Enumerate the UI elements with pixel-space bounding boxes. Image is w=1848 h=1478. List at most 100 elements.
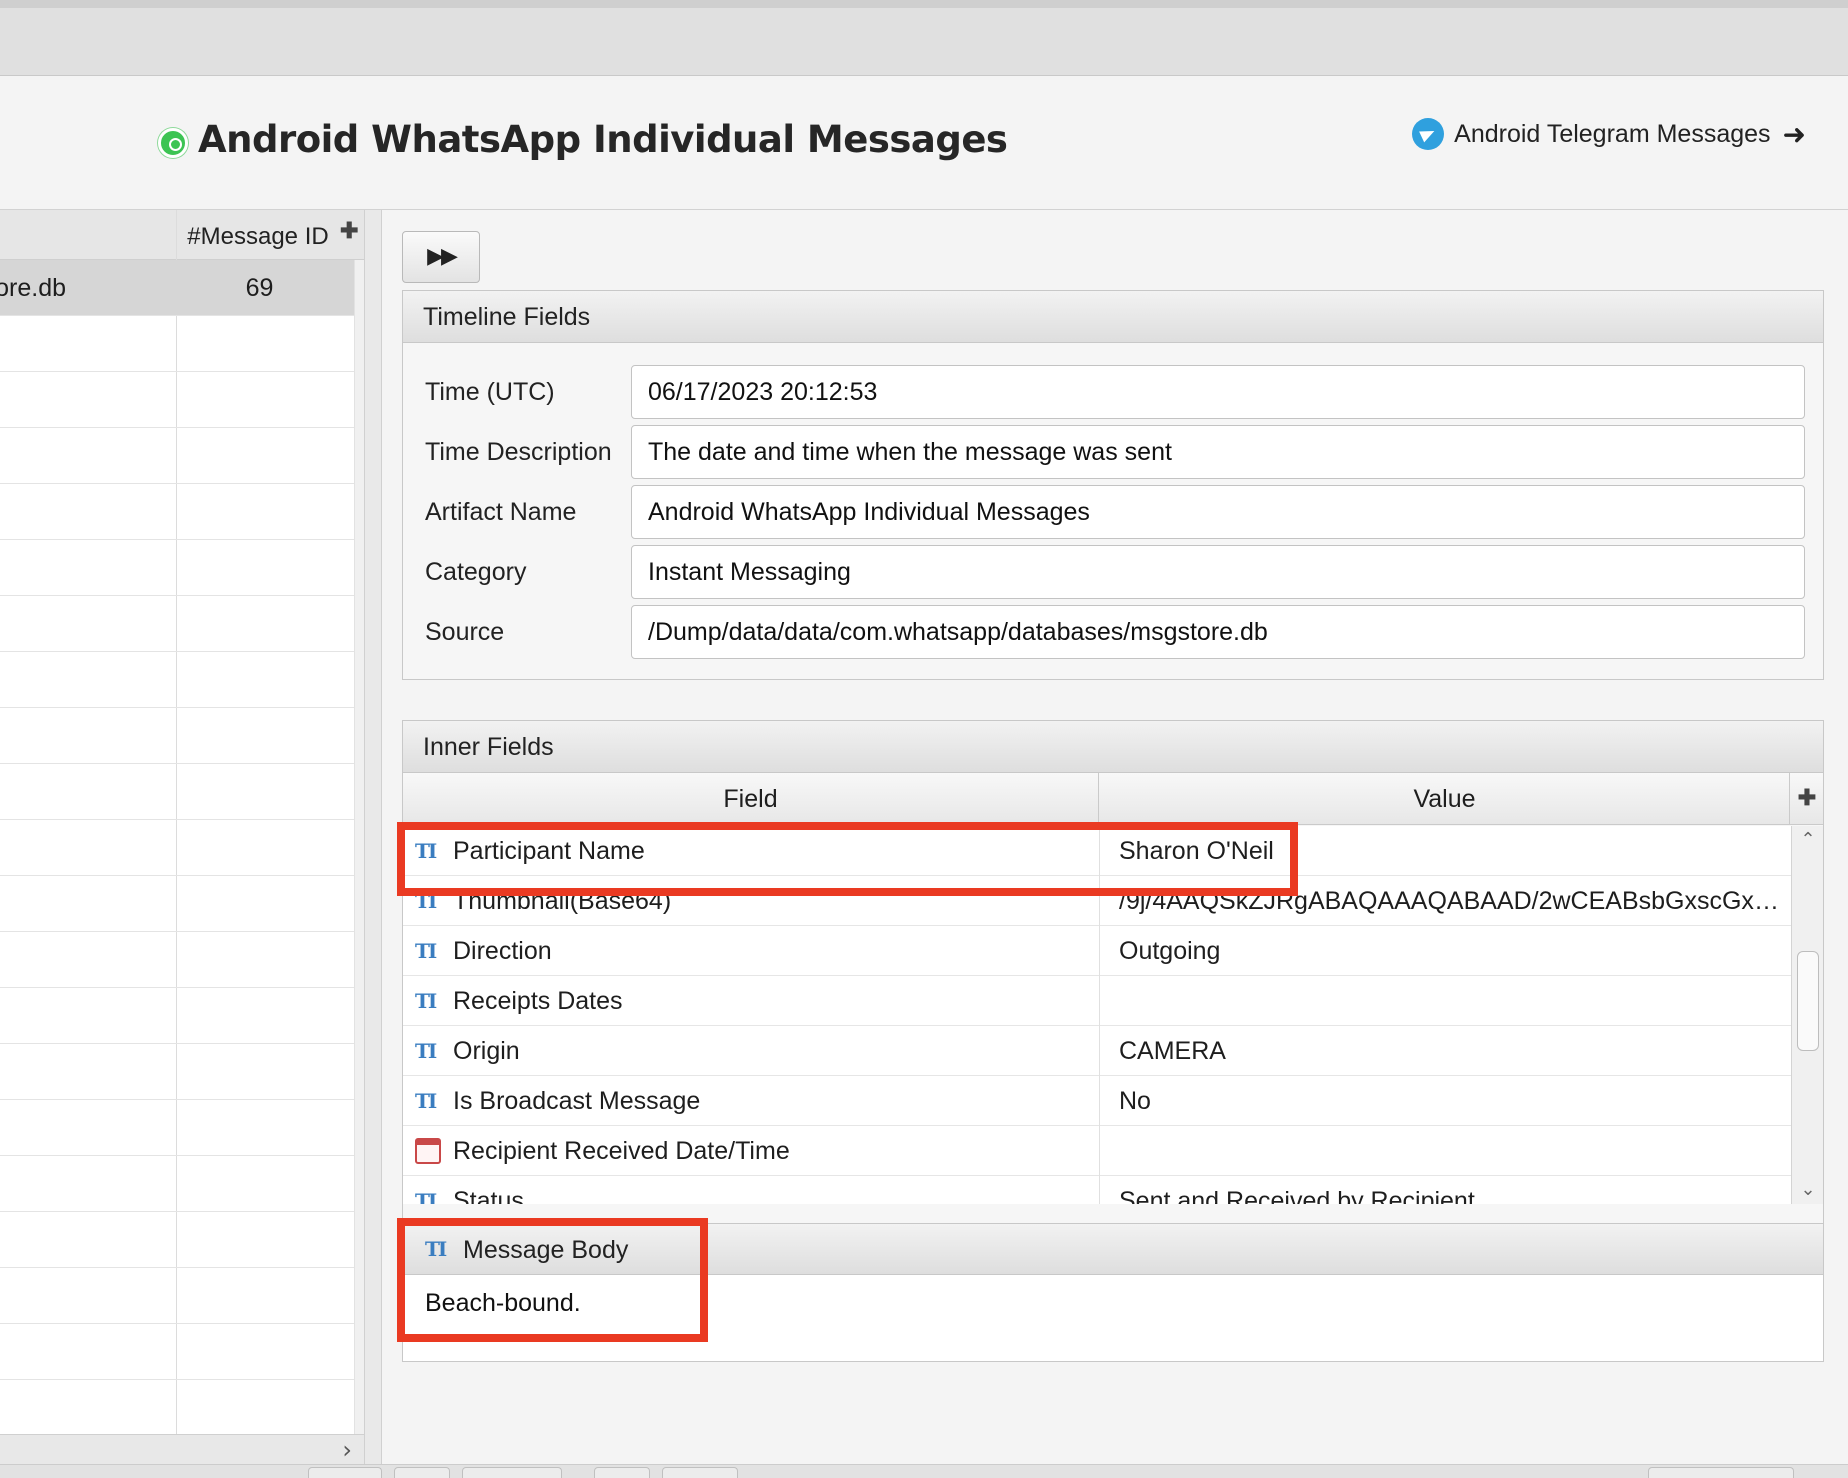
field-value: No xyxy=(1119,1087,1151,1115)
column-divider xyxy=(1099,876,1100,926)
field-value: Outgoing xyxy=(1119,937,1221,965)
field-name: Direction xyxy=(453,937,552,965)
message-body-heading: Message Body xyxy=(463,1236,629,1264)
artifact-name-field[interactable]: Android WhatsApp Individual Messages xyxy=(631,485,1805,539)
table-row[interactable]: TI Is Broadcast Message No xyxy=(403,1076,1791,1126)
top-toolbar xyxy=(0,0,1848,76)
table-row[interactable]: TI Participant Name Sharon O'Neil xyxy=(403,826,1791,876)
table-row[interactable] xyxy=(0,1212,364,1268)
arrow-right-icon: ➜ xyxy=(1782,117,1806,151)
column-header-field[interactable]: Field xyxy=(403,773,1099,825)
table-row[interactable] xyxy=(0,316,364,372)
table-row[interactable]: TI Status Sent and Received by Recipient xyxy=(403,1176,1791,1204)
column-divider xyxy=(1099,1126,1100,1176)
scrollbar-thumb[interactable] xyxy=(1797,951,1819,1051)
text-type-icon: TI xyxy=(415,1089,437,1113)
message-body-content[interactable]: Beach-bound. xyxy=(403,1275,1823,1361)
results-table: #Message ID ✚ ore.db 69 xyxy=(0,210,364,1434)
field-name: Receipts Dates xyxy=(453,987,623,1015)
table-row[interactable] xyxy=(0,540,364,596)
text-type-icon: TI xyxy=(415,939,437,963)
telegram-icon xyxy=(1412,118,1445,150)
pane-splitter[interactable] xyxy=(364,210,382,1464)
results-table-header: #Message ID ✚ xyxy=(0,210,364,260)
next-artifact-link[interactable]: Android Telegram Messages ➜ xyxy=(1412,114,1806,154)
table-row[interactable]: TI Direction Outgoing xyxy=(403,926,1791,976)
timeline-fields-heading: Timeline Fields xyxy=(403,291,1823,343)
text-type-icon: TI xyxy=(415,989,437,1013)
bottom-tab[interactable] xyxy=(308,1467,382,1478)
category-field[interactable]: Instant Messaging xyxy=(631,545,1805,599)
table-row[interactable] xyxy=(0,1324,364,1380)
table-row[interactable] xyxy=(0,372,364,428)
table-row[interactable] xyxy=(0,708,364,764)
field-name: Is Broadcast Message xyxy=(453,1087,701,1115)
table-row[interactable] xyxy=(0,596,364,652)
bottom-tab[interactable] xyxy=(594,1467,650,1478)
table-row[interactable] xyxy=(0,1156,364,1212)
time-utc-label: Time (UTC) xyxy=(425,378,555,406)
category-label: Category xyxy=(425,558,527,586)
time-utc-field[interactable]: 06/17/2023 20:12:53 xyxy=(631,365,1805,419)
time-description-field[interactable]: The date and time when the message was s… xyxy=(631,425,1805,479)
inner-fields-table-header: Field Value ✚ xyxy=(403,773,1823,825)
table-row[interactable]: TI Thumbnail(Base64) /9j/4AAQSkZJRgABAQA… xyxy=(403,876,1791,926)
text-type-icon: TI xyxy=(415,1039,437,1063)
column-divider xyxy=(1099,826,1100,876)
message-body-text: Beach-bound. xyxy=(425,1289,581,1317)
bottom-tab[interactable] xyxy=(662,1467,738,1478)
add-column-icon[interactable]: ✚ xyxy=(340,218,358,244)
bottom-tab[interactable] xyxy=(394,1467,450,1478)
table-row[interactable] xyxy=(0,764,364,820)
time-description-label: Time Description xyxy=(425,438,612,466)
column-header-value[interactable]: Value xyxy=(1100,773,1790,825)
source-label: Source xyxy=(425,618,505,646)
message-id-cell: 69 xyxy=(245,274,274,302)
inner-fields-panel: Inner Fields Field Value ✚ TI Participan… xyxy=(402,720,1824,1362)
table-row[interactable] xyxy=(0,1100,364,1156)
next-artifact-label: Android Telegram Messages xyxy=(1454,119,1771,148)
table-row[interactable] xyxy=(0,876,364,932)
table-row[interactable] xyxy=(0,428,364,484)
table-row[interactable]: TI Origin CAMERA xyxy=(403,1026,1791,1076)
table-row[interactable] xyxy=(0,484,364,540)
timeline-field-row: Time Description The date and time when … xyxy=(403,425,1825,479)
inner-fields-scrollbar[interactable]: ⌃ ⌄ xyxy=(1791,826,1823,1204)
source-field[interactable]: /Dump/data/data/com.whatsapp/databases/m… xyxy=(631,605,1805,659)
table-row[interactable] xyxy=(0,1044,364,1100)
message-body-header: TI Message Body xyxy=(403,1223,1823,1275)
calendar-icon xyxy=(415,1138,441,1164)
results-vertical-scrollbar[interactable] xyxy=(354,260,364,1434)
table-row[interactable]: TI Receipts Dates xyxy=(403,976,1791,1026)
column-divider xyxy=(1099,1076,1100,1126)
bottom-tab[interactable] xyxy=(462,1467,562,1478)
status-bar xyxy=(0,1464,1848,1478)
table-row[interactable] xyxy=(0,1380,364,1434)
scroll-up-icon[interactable]: ⌃ xyxy=(1792,826,1824,854)
add-column-icon[interactable]: ✚ xyxy=(1791,773,1823,825)
table-row[interactable]: ore.db 69 xyxy=(0,260,364,316)
text-type-icon: TI xyxy=(415,1189,437,1204)
field-name: Recipient Received Date/Time xyxy=(453,1137,790,1165)
table-row[interactable] xyxy=(0,1268,364,1324)
text-type-icon: TI xyxy=(425,1237,447,1261)
source-cell: ore.db xyxy=(0,274,66,302)
table-row[interactable]: Recipient Received Date/Time xyxy=(403,1126,1791,1176)
field-name: Origin xyxy=(453,1037,520,1065)
timeline-fields-panel: Timeline Fields Time (UTC) 06/17/2023 20… xyxy=(402,290,1824,680)
column-divider xyxy=(1099,1026,1100,1076)
column-header-message-id[interactable]: #Message ID xyxy=(177,210,339,260)
table-row[interactable] xyxy=(0,652,364,708)
inner-fields-table: TI Participant Name Sharon O'Neil TI Thu… xyxy=(403,826,1791,1204)
scroll-right-icon[interactable]: › xyxy=(342,1435,352,1465)
results-horizontal-scrollbar[interactable]: › xyxy=(0,1434,364,1464)
forward-button[interactable]: ▶▶ xyxy=(402,231,480,283)
timeline-field-row: Artifact Name Android WhatsApp Individua… xyxy=(403,485,1825,539)
table-row[interactable] xyxy=(0,988,364,1044)
bottom-tab[interactable] xyxy=(1648,1467,1794,1478)
column-divider xyxy=(1099,976,1100,1026)
scroll-down-icon[interactable]: ⌄ xyxy=(1792,1176,1824,1204)
table-row[interactable] xyxy=(0,820,364,876)
table-row[interactable] xyxy=(0,932,364,988)
field-value: /9j/4AAQSkZJRgABAQAAAQABAAD/2wCEABsbGxsc… xyxy=(1119,887,1779,915)
